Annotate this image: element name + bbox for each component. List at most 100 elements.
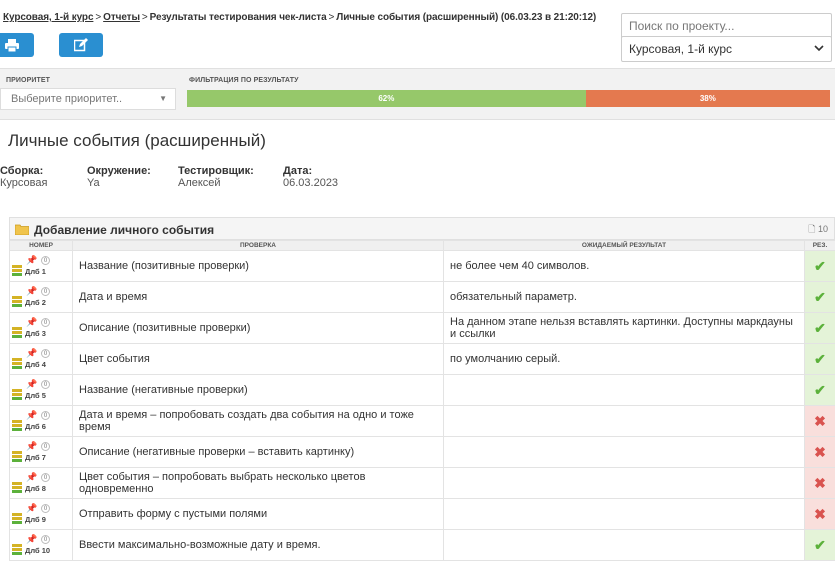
caret-down-icon: ▼ bbox=[159, 94, 167, 103]
column-header-number[interactable]: НОМЕР bbox=[9, 240, 73, 251]
result-cell[interactable]: ✖ bbox=[804, 436, 835, 468]
check-cell[interactable]: Описание (позитивные проверки) bbox=[72, 312, 444, 344]
result-filter-label: ФИЛЬТРАЦИЯ ПО РЕЗУЛЬТАТУ bbox=[189, 77, 299, 84]
result-cell[interactable]: ✖ bbox=[804, 498, 835, 530]
table-row[interactable]: 📌 0 Длб 7 Описание (негативные проверки – в… bbox=[9, 436, 835, 468]
edit-button[interactable] bbox=[59, 33, 103, 57]
cross-icon: ✖ bbox=[814, 443, 826, 460]
section-count-value: 10 bbox=[817, 224, 828, 234]
cross-icon: ✖ bbox=[814, 412, 826, 429]
pin-icon[interactable]: 📌 bbox=[26, 348, 37, 359]
priority-icon bbox=[12, 544, 22, 556]
meta-env-label: Окружение: bbox=[87, 165, 151, 177]
table-row[interactable]: 📌 0 Длб 6 Дата и время – попробовать создат… bbox=[9, 405, 835, 437]
priority-select[interactable]: Выберите приоритет.. ▼ bbox=[0, 88, 176, 110]
project-select-value: Курсовая, 1-й курс bbox=[629, 42, 733, 56]
pin-icon[interactable]: 📌 bbox=[26, 472, 37, 483]
result-cell[interactable]: ✔ bbox=[804, 250, 835, 282]
test-id[interactable]: Длб 4 bbox=[25, 360, 46, 369]
printer-icon bbox=[5, 38, 19, 52]
fail-filter-bar[interactable]: 38% bbox=[585, 90, 830, 107]
meta-environment: Окружение: Ya bbox=[87, 165, 151, 189]
pin-icon[interactable]: 📌 bbox=[26, 379, 37, 390]
result-cell[interactable]: ✖ bbox=[804, 467, 835, 499]
attachment-count: 0 bbox=[41, 287, 50, 296]
table-row[interactable]: 📌 0 Длб 10 Ввести максимально-возможные дат… bbox=[9, 529, 835, 561]
check-cell[interactable]: Дата и время – попробовать создать два с… bbox=[72, 405, 444, 437]
breadcrumb-separator: > bbox=[328, 12, 335, 23]
attachment-count: 0 bbox=[41, 411, 50, 420]
breadcrumb: Курсовая, 1-й курс > Отчеты > Результаты тес… bbox=[3, 12, 596, 23]
breadcrumb-project-link[interactable]: Курсовая, 1-й курс bbox=[3, 12, 94, 23]
test-id[interactable]: Длб 1 bbox=[25, 267, 46, 276]
pin-icon[interactable]: 📌 bbox=[26, 286, 37, 297]
row-number-cell: 📌 0 Длб 3 bbox=[9, 312, 73, 344]
check-cell[interactable]: Описание (негативные проверки – вставить… bbox=[72, 436, 444, 468]
meta-date-label: Дата: bbox=[283, 165, 313, 177]
check-cell[interactable]: Дата и время bbox=[72, 281, 444, 313]
test-id[interactable]: Длб 8 bbox=[25, 484, 46, 493]
checkmark-icon: ✔ bbox=[814, 536, 826, 553]
pin-icon[interactable]: 📌 bbox=[26, 317, 37, 328]
result-cell[interactable]: ✔ bbox=[804, 374, 835, 406]
priority-icon bbox=[12, 296, 22, 308]
chevron-down-icon bbox=[814, 45, 824, 52]
result-cell[interactable]: ✖ bbox=[804, 405, 835, 437]
breadcrumb-reports-link[interactable]: Отчеты bbox=[103, 12, 140, 23]
table-row[interactable]: 📌 0 Длб 4 Цвет события по умолчанию серый. ✔ bbox=[9, 343, 835, 375]
test-id[interactable]: Длб 6 bbox=[25, 422, 46, 431]
check-cell[interactable]: Ввести максимально-возможные дату и врем… bbox=[72, 529, 444, 561]
column-header-result[interactable]: РЕЗ. bbox=[804, 240, 835, 251]
pin-icon[interactable]: 📌 bbox=[26, 534, 37, 545]
table-row[interactable]: 📌 0 Длб 5 Название (негативные проверки) ✔ bbox=[9, 374, 835, 406]
project-select[interactable]: Курсовая, 1-й курс bbox=[621, 36, 832, 62]
expected-cell: обязательный параметр. bbox=[443, 281, 805, 313]
check-cell[interactable]: Название (негативные проверки) bbox=[72, 374, 444, 406]
pin-icon[interactable]: 📌 bbox=[26, 441, 37, 452]
test-id[interactable]: Длб 2 bbox=[25, 298, 46, 307]
checkmark-icon: ✔ bbox=[814, 381, 826, 398]
test-id[interactable]: Длб 9 bbox=[25, 515, 46, 524]
priority-icon bbox=[12, 389, 22, 401]
section-header[interactable]: Добавление личного события 🗋 10 bbox=[9, 217, 835, 240]
test-id[interactable]: Длб 10 bbox=[25, 546, 50, 555]
expected-cell bbox=[443, 529, 805, 561]
expected-cell bbox=[443, 405, 805, 437]
priority-icon bbox=[12, 358, 22, 370]
pass-filter-bar[interactable]: 62% bbox=[187, 90, 586, 107]
expected-cell: по умолчанию серый. bbox=[443, 343, 805, 375]
pin-icon[interactable]: 📌 bbox=[26, 503, 37, 514]
result-cell[interactable]: ✔ bbox=[804, 529, 835, 561]
result-cell[interactable]: ✔ bbox=[804, 343, 835, 375]
meta-tester-label: Тестировщик: bbox=[178, 165, 254, 177]
print-button[interactable] bbox=[0, 33, 34, 57]
expected-cell bbox=[443, 498, 805, 530]
table-row[interactable]: 📌 0 Длб 8 Цвет события – попробовать выбрат… bbox=[9, 467, 835, 499]
result-cell[interactable]: ✔ bbox=[804, 281, 835, 313]
check-cell[interactable]: Отправить форму с пустыми полями bbox=[72, 498, 444, 530]
column-header-expected[interactable]: ОЖИДАЕМЫЙ РЕЗУЛЬТАТ bbox=[443, 240, 805, 251]
table-row[interactable]: 📌 0 Длб 1 Название (позитивные проверки) не … bbox=[9, 250, 835, 282]
meta-date: Дата: 06.03.2023 bbox=[283, 165, 338, 189]
test-id[interactable]: Длб 5 bbox=[25, 391, 46, 400]
breadcrumb-current: Личные события (расширенный) (06.03.23 в… bbox=[336, 12, 597, 23]
table-row[interactable]: 📌 0 Длб 9 Отправить форму с пустыми полями ✖ bbox=[9, 498, 835, 530]
pin-icon[interactable]: 📌 bbox=[26, 410, 37, 421]
check-cell[interactable]: Название (позитивные проверки) bbox=[72, 250, 444, 282]
expected-cell bbox=[443, 374, 805, 406]
priority-icon bbox=[12, 513, 22, 525]
priority-label: ПРИОРИТЕТ bbox=[6, 77, 50, 84]
table-row[interactable]: 📌 0 Длб 2 Дата и время обязательный параметр… bbox=[9, 281, 835, 313]
priority-icon bbox=[12, 420, 22, 432]
column-header-check[interactable]: ПРОВЕРКА bbox=[72, 240, 444, 251]
test-id[interactable]: Длб 3 bbox=[25, 329, 46, 338]
checkmark-icon: ✔ bbox=[814, 288, 826, 305]
test-id[interactable]: Длб 7 bbox=[25, 453, 46, 462]
result-cell[interactable]: ✔ bbox=[804, 312, 835, 344]
table-row[interactable]: 📌 0 Длб 3 Описание (позитивные проверки) На … bbox=[9, 312, 835, 344]
checklist-table: НОМЕР ПРОВЕРКА ОЖИДАЕМЫЙ РЕЗУЛЬТАТ РЕЗ. … bbox=[9, 240, 835, 561]
check-cell[interactable]: Цвет события bbox=[72, 343, 444, 375]
check-cell[interactable]: Цвет события – попробовать выбрать неско… bbox=[72, 467, 444, 499]
pin-icon[interactable]: 📌 bbox=[26, 255, 37, 266]
row-number-cell: 📌 0 Длб 5 bbox=[9, 374, 73, 406]
